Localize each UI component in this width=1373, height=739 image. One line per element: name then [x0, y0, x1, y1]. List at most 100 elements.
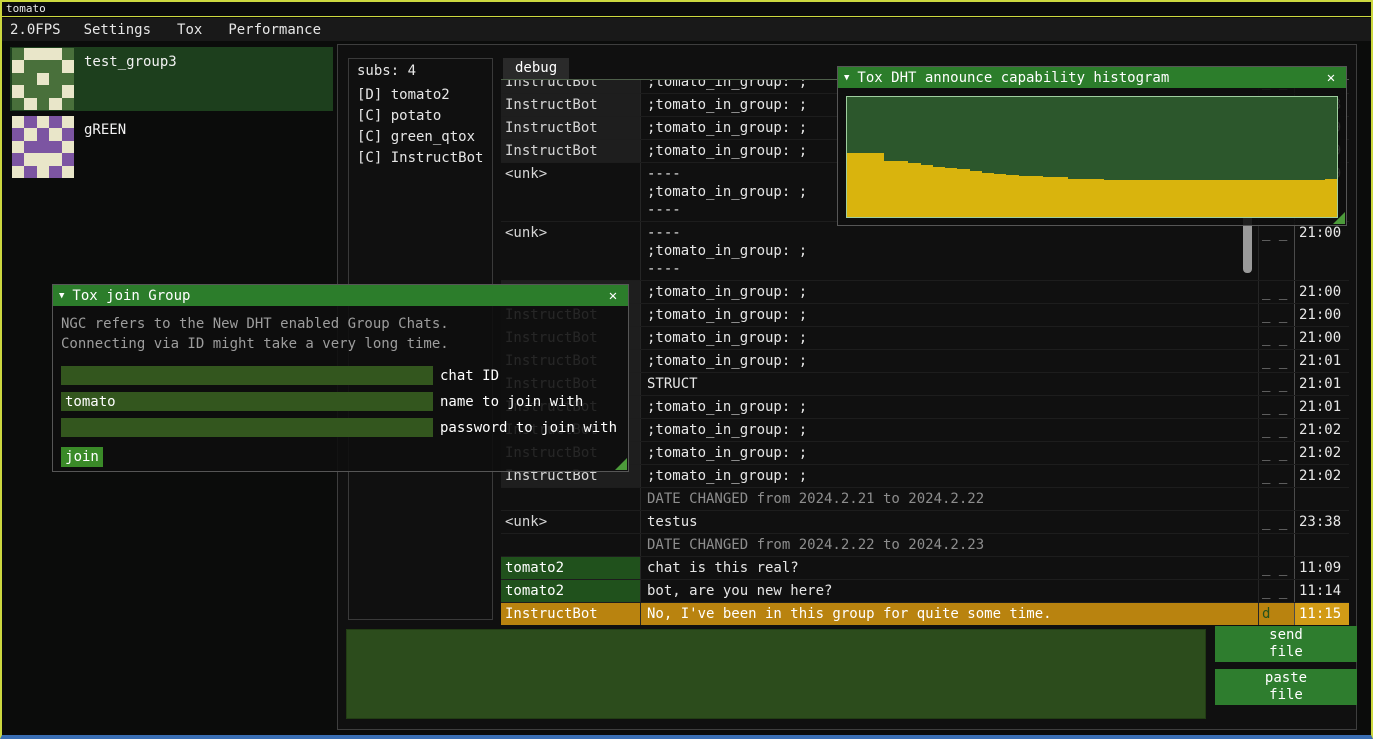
fps-counter: 2.0FPS: [2, 20, 71, 40]
chat-author: InstructBot: [501, 140, 640, 162]
chat-status-flags: _ _: [1258, 281, 1294, 303]
menu-performance[interactable]: Performance: [215, 20, 334, 40]
histogram-bar: [1055, 177, 1067, 217]
chat-timestamp: 21:02: [1294, 442, 1349, 464]
histogram-body: [838, 88, 1346, 226]
histogram-bar: [1153, 180, 1165, 217]
chat-status-flags: _ _: [1258, 222, 1294, 280]
histogram-bar: [1288, 180, 1300, 217]
group-avatar: [12, 116, 74, 178]
chat-status-flags: d: [1258, 603, 1294, 625]
chat-message-text: STRUCT: [640, 373, 1258, 395]
chat-message-text: ;tomato_in_group: ;: [640, 281, 1258, 303]
histogram-window-titlebar[interactable]: ▼ Tox DHT announce capability histogram …: [838, 67, 1346, 88]
histogram-bar: [957, 169, 969, 217]
histogram-bar: [1251, 180, 1263, 217]
chat-author: InstructBot: [501, 117, 640, 139]
chat-timestamp: 21:02: [1294, 419, 1349, 441]
collapse-arrow-icon[interactable]: ▼: [59, 291, 64, 301]
join-button[interactable]: join: [61, 447, 103, 467]
join-name-input[interactable]: [61, 392, 433, 411]
chat-row: DATE CHANGED from 2024.2.21 to 2024.2.22: [501, 488, 1349, 511]
join-group-window-title: Tox join Group: [72, 288, 596, 304]
histogram-bar: [884, 161, 896, 217]
join-password-label: password to join with: [440, 420, 617, 436]
histogram-bar: [1202, 180, 1214, 217]
histogram-bar: [1092, 179, 1104, 217]
histogram-window-title: Tox DHT announce capability histogram: [857, 70, 1314, 86]
chat-status-flags: _ _: [1258, 350, 1294, 372]
histogram-bar: [1190, 180, 1202, 217]
menu-tox[interactable]: Tox: [164, 20, 215, 40]
member-item[interactable]: [C] green_qtox: [349, 127, 492, 148]
histogram-bar: [1031, 176, 1043, 217]
chat-message-text: ;tomato_in_group: ;: [640, 465, 1258, 487]
histogram-bar: [1006, 175, 1018, 217]
menu-settings[interactable]: Settings: [71, 20, 164, 40]
paste-file-button[interactable]: paste file: [1215, 669, 1357, 705]
histogram-bar: [847, 153, 859, 217]
chat-timestamp: 21:02: [1294, 465, 1349, 487]
chat-timestamp: 11:14: [1294, 580, 1349, 602]
sidebar-item-green[interactable]: gREEN: [10, 115, 333, 179]
chat-row: tomato2 chat is this real? _ _ 11:09: [501, 557, 1349, 580]
join-password-input[interactable]: [61, 418, 433, 437]
chat-message-text: ;tomato_in_group: ;: [640, 396, 1258, 418]
histogram-bar: [859, 153, 871, 217]
histogram-bar: [921, 165, 933, 217]
chat-author: InstructBot: [501, 80, 640, 93]
chat-author: InstructBot: [501, 94, 640, 116]
member-item[interactable]: [C] potato: [349, 106, 492, 127]
close-icon[interactable]: ✕: [604, 288, 622, 304]
chat-status-flags: _ _: [1258, 465, 1294, 487]
chat-timestamp: 21:01: [1294, 350, 1349, 372]
chat-message-text: chat is this real?: [640, 557, 1258, 579]
chat-message-text: No, I've been in this group for quite so…: [640, 603, 1258, 625]
send-file-button[interactable]: send file: [1215, 626, 1357, 662]
chat-id-input[interactable]: [61, 366, 433, 385]
member-item[interactable]: [D] tomato2: [349, 85, 492, 106]
histogram-bar: [1043, 177, 1055, 217]
join-group-body: NGC refers to the New DHT enabled Group …: [53, 306, 628, 472]
resize-grip[interactable]: [615, 458, 627, 470]
histogram-bar: [896, 161, 908, 217]
histogram-bar: [945, 168, 957, 217]
histogram-bar: [1239, 180, 1251, 217]
collapse-arrow-icon[interactable]: ▼: [844, 73, 849, 83]
group-avatar: [12, 48, 74, 110]
histogram-bar: [1264, 180, 1276, 217]
ngc-info-line-1: NGC refers to the New DHT enabled Group …: [61, 314, 620, 334]
histogram-bar: [1215, 180, 1227, 217]
chat-status-flags: _ _: [1258, 580, 1294, 602]
chat-message-text: testus: [640, 511, 1258, 533]
join-group-titlebar[interactable]: ▼ Tox join Group ✕: [53, 285, 628, 306]
chat-timestamp: 23:38: [1294, 511, 1349, 533]
histogram-bar: [872, 153, 884, 217]
histogram-bar: [1313, 180, 1325, 217]
chat-status-flags: _ _: [1258, 373, 1294, 395]
member-item[interactable]: [C] InstructBot: [349, 148, 492, 169]
sidebar-item-test-group3[interactable]: test_group3: [10, 47, 333, 111]
chat-timestamp: 21:00: [1294, 304, 1349, 326]
message-input[interactable]: [346, 629, 1206, 719]
chat-message-text: bot, are you new here?: [640, 580, 1258, 602]
chat-row: <unk> ---- ;tomato_in_group: ; ---- _ _ …: [501, 222, 1349, 281]
histogram-bar: [1166, 180, 1178, 217]
chat-author: [501, 534, 640, 556]
member-count-header: subs: 4: [349, 59, 492, 85]
chat-message-text: ;tomato_in_group: ;: [640, 327, 1258, 349]
app-window: tomato 2.0FPS Settings Tox Performance t…: [0, 0, 1373, 739]
histogram-bar: [1141, 180, 1153, 217]
chat-author: tomato2: [501, 557, 640, 579]
chat-status-flags: _ _: [1258, 511, 1294, 533]
close-icon[interactable]: ✕: [1322, 70, 1340, 86]
tab-debug[interactable]: debug: [503, 58, 569, 79]
chat-author: <unk>: [501, 163, 640, 221]
resize-grip[interactable]: [1333, 212, 1345, 224]
join-group-window: ▼ Tox join Group ✕ NGC refers to the New…: [52, 284, 629, 472]
window-title: tomato: [6, 2, 46, 15]
chat-status-flags: _ _: [1258, 304, 1294, 326]
group-name: gREEN: [84, 122, 126, 138]
titlebar[interactable]: tomato: [2, 2, 1371, 17]
chat-row: DATE CHANGED from 2024.2.22 to 2024.2.23: [501, 534, 1349, 557]
